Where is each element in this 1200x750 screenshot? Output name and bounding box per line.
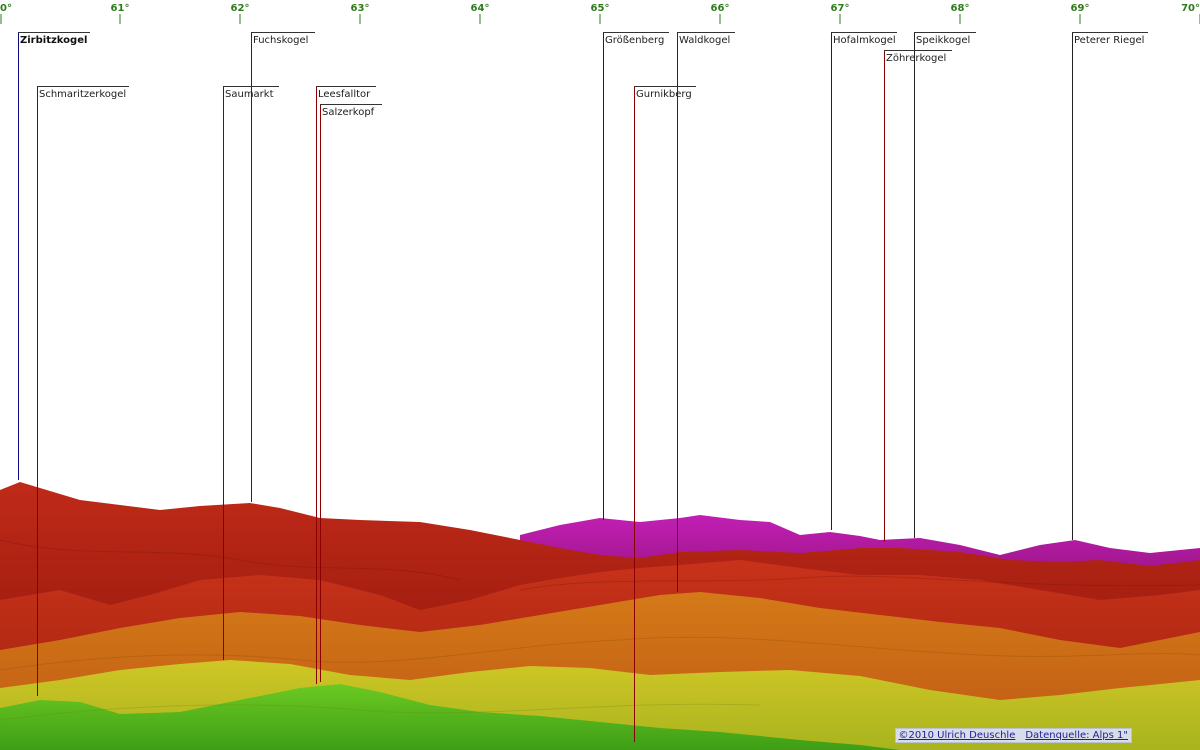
credits-bar: ©2010 Ulrich Deuschle Datenquelle: Alps 1… xyxy=(894,728,1132,743)
axis-tick-label: 61° xyxy=(111,3,130,14)
peak-label: Fuchskogel xyxy=(253,35,308,46)
data-source-link[interactable]: Datenquelle: Alps 1" xyxy=(1025,730,1128,741)
axis-tick-label: 66° xyxy=(711,3,730,14)
peak-marker: Peterer Riegel xyxy=(1072,32,1148,540)
peak-label: Saumarkt xyxy=(225,89,274,100)
peak-label: Peterer Riegel xyxy=(1074,35,1144,46)
peak-marker: Zöhrerkogel xyxy=(884,50,952,542)
peak-label: Zirbitzkogel xyxy=(20,35,87,46)
peak-label: Hofalmkogel xyxy=(833,35,896,46)
axis-tick-label: 69° xyxy=(1071,3,1090,14)
axis-tick-label: 64° xyxy=(471,3,490,14)
peak-marker: Fuchskogel xyxy=(251,32,315,502)
peak-marker: Waldkogel xyxy=(677,32,735,592)
copyright-link[interactable]: ©2010 Ulrich Deuschle xyxy=(899,730,1016,741)
axis-tick-label: 70° xyxy=(1181,3,1200,14)
peak-marker: Speikkogel xyxy=(914,32,976,538)
peak-label: Leesfalltor xyxy=(318,89,371,100)
axis-tick-label: 65° xyxy=(591,3,610,14)
axis-tick-label: 67° xyxy=(831,3,850,14)
peak-label: Größenberg xyxy=(605,35,664,46)
axis-ticks: 0° 61° 62° 63° 64° 65° 66° 67° 68° 69° 70° xyxy=(0,3,1200,24)
panorama-view: 0° 61° 62° 63° 64° 65° 66° 67° 68° 69° 70° Zirbitz… xyxy=(0,3,1200,750)
axis-tick-label: 62° xyxy=(231,3,250,14)
peak-marker: Größenberg xyxy=(603,32,669,520)
peak-label: Schmaritzerkogel xyxy=(39,89,126,100)
peak-label: Waldkogel xyxy=(679,35,730,46)
axis-tick-label: 0° xyxy=(0,3,12,14)
axis-tick-label: 63° xyxy=(351,3,370,14)
peak-label: Salzerkopf xyxy=(322,107,375,118)
peak-label: Zöhrerkogel xyxy=(886,53,946,64)
axis-tick-label: 68° xyxy=(951,3,970,14)
peak-label: Gurnikberg xyxy=(636,89,692,100)
peak-label: Speikkogel xyxy=(916,35,970,46)
peak-marker: Hofalmkogel xyxy=(831,32,897,530)
